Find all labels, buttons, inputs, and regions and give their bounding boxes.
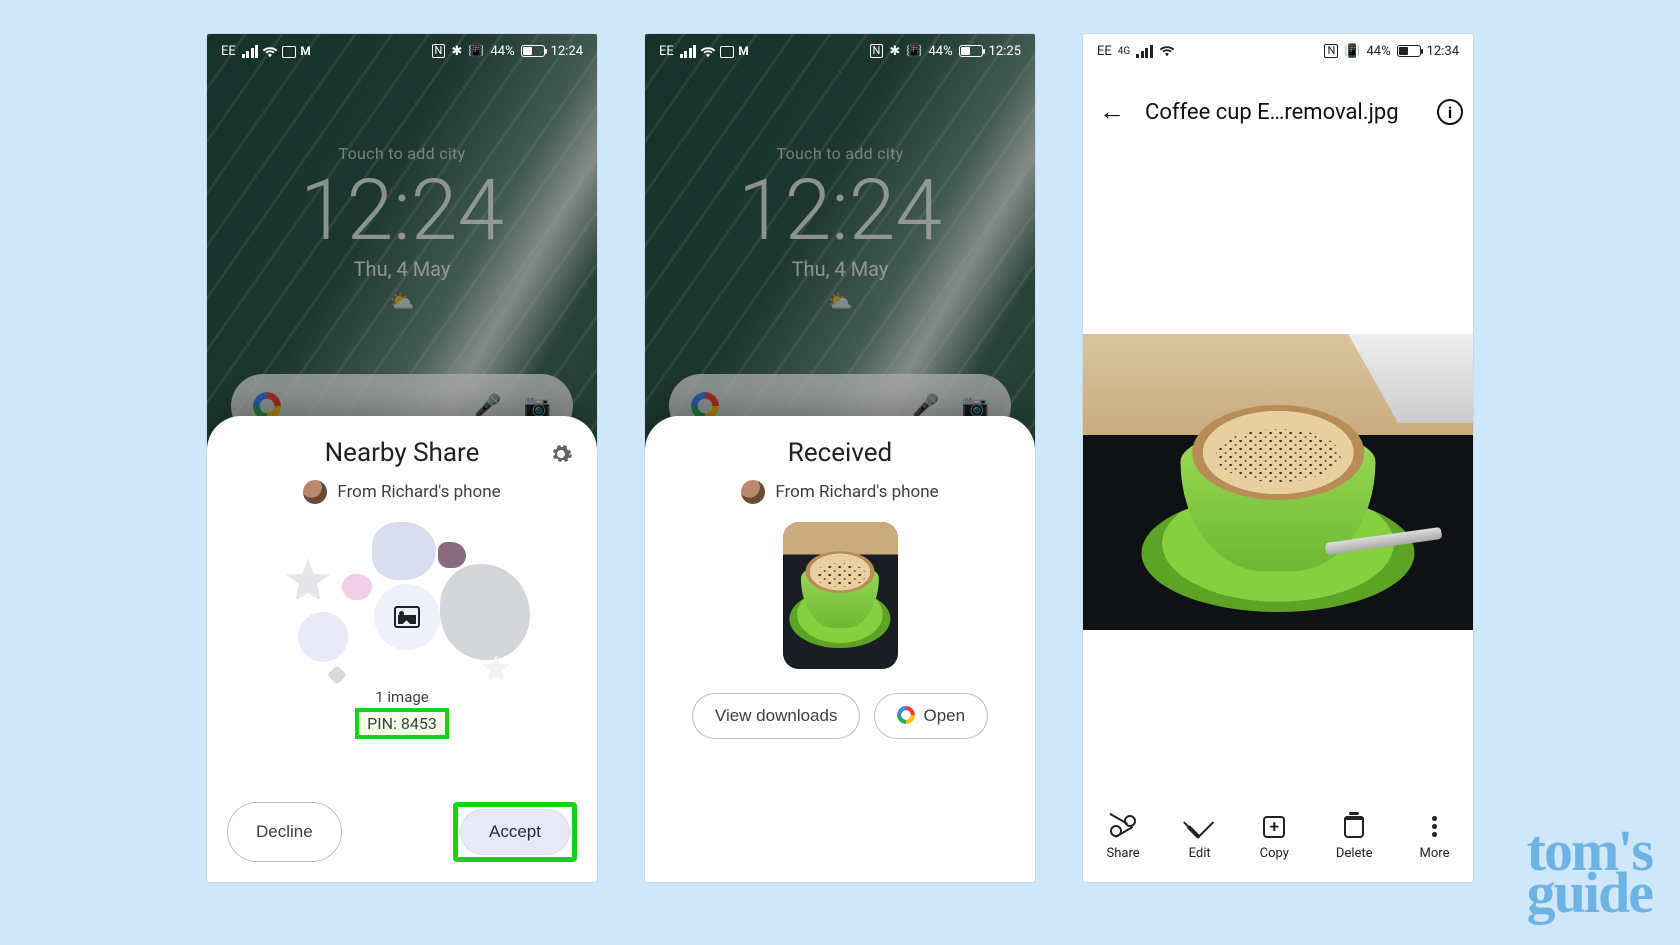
status-bar: EE M N ✱ 📳 44% 12:25 — [645, 34, 1035, 68]
phone-image-viewer: EE 4G N 📳 44% 12:34 ← Coffee cup E…remov… — [1083, 34, 1473, 882]
edit-icon — [1183, 807, 1214, 838]
clock: 12:24 — [551, 44, 583, 59]
vibrate-icon: 📳 — [1344, 44, 1360, 59]
edit-button[interactable]: Edit — [1187, 814, 1213, 861]
sender-avatar — [303, 480, 327, 504]
share-button[interactable]: Share — [1107, 814, 1140, 861]
vibrate-icon: 📳 — [906, 44, 922, 59]
carrier-label: EE — [1097, 44, 1112, 59]
wifi-icon — [262, 46, 278, 58]
status-bar: EE 4G N 📳 44% 12:34 — [1083, 34, 1473, 68]
battery-pct: 44% — [490, 44, 514, 59]
pin-code: PIN: 8453 — [355, 708, 449, 739]
4g-label: 4G — [1118, 46, 1130, 57]
battery-icon — [521, 45, 545, 57]
phone-received: Touch to add city 12:24 Thu, 4 May ⛅ 🎤 📷… — [645, 34, 1035, 882]
sender-avatar — [741, 480, 765, 504]
wifi-icon — [1159, 45, 1175, 57]
decline-button[interactable]: Decline — [227, 802, 342, 862]
accept-highlight: Accept — [453, 802, 577, 862]
google-photos-icon — [897, 706, 915, 724]
file-title: Coffee cup E…removal.jpg — [1145, 100, 1423, 125]
more-button[interactable]: More — [1420, 814, 1450, 861]
item-count: 1 image — [207, 688, 597, 706]
status-bar: EE M N ✱ 📳 44% 12:24 — [207, 34, 597, 68]
battery-icon — [959, 45, 983, 57]
vibrate-icon: 📳 — [468, 44, 484, 59]
battery-pct: 44% — [928, 44, 952, 59]
more-icon — [1432, 816, 1437, 837]
trash-icon — [1344, 816, 1364, 838]
sender-label: From Richard's phone — [775, 482, 938, 502]
copy-button[interactable]: + Copy — [1260, 814, 1289, 861]
message-icon — [282, 46, 296, 58]
photo-viewport[interactable] — [1083, 334, 1473, 630]
signal-icon — [242, 45, 259, 58]
carrier-label: EE — [659, 44, 674, 59]
received-sheet: Received From Richard's phone View downl… — [645, 416, 1035, 882]
copy-icon: + — [1263, 816, 1285, 838]
nfc-icon: N — [432, 44, 446, 58]
bluetooth-icon: ✱ — [889, 44, 900, 59]
wifi-icon — [700, 46, 716, 58]
received-thumbnail[interactable] — [783, 522, 898, 669]
from-row: From Richard's phone — [207, 480, 597, 504]
clock: 12:25 — [989, 44, 1021, 59]
nfc-icon: N — [1324, 44, 1338, 58]
battery-pct: 44% — [1366, 44, 1390, 59]
message-icon — [720, 46, 734, 58]
image-icon — [394, 606, 420, 628]
gmail-icon: M — [738, 44, 748, 58]
nfc-icon: N — [870, 44, 884, 58]
sender-label: From Richard's phone — [337, 482, 500, 502]
gear-icon[interactable] — [549, 442, 573, 466]
nearby-share-sheet: Nearby Share From Richard's phone 1 imag… — [207, 416, 597, 882]
clock: 12:34 — [1427, 44, 1459, 59]
from-row: From Richard's phone — [645, 480, 1035, 504]
view-downloads-button[interactable]: View downloads — [692, 693, 861, 739]
carrier-label: EE — [221, 44, 236, 59]
battery-icon — [1397, 45, 1421, 57]
sheet-title: Received — [645, 416, 1035, 468]
file-preview-blobs — [282, 522, 522, 682]
bluetooth-icon: ✱ — [451, 44, 462, 59]
viewer-toolbar: Share Edit + Copy Delete More — [1083, 798, 1473, 882]
signal-icon — [1136, 45, 1153, 58]
open-button[interactable]: Open — [874, 693, 988, 739]
phone-nearby-share: Touch to add city 12:24 Thu, 4 May ⛅ 🎤 📷… — [207, 34, 597, 882]
signal-icon — [680, 45, 697, 58]
gmail-icon: M — [300, 44, 310, 58]
info-icon[interactable]: i — [1437, 99, 1463, 125]
sheet-title: Nearby Share — [207, 416, 597, 468]
delete-button[interactable]: Delete — [1336, 814, 1373, 861]
file-type-icon — [374, 584, 440, 650]
accept-button[interactable]: Accept — [460, 809, 570, 855]
share-icon — [1110, 815, 1136, 839]
watermark: tom's guide — [1527, 826, 1652, 917]
back-button[interactable]: ← — [1093, 93, 1131, 131]
viewer-header: ← Coffee cup E…removal.jpg i — [1083, 84, 1473, 140]
